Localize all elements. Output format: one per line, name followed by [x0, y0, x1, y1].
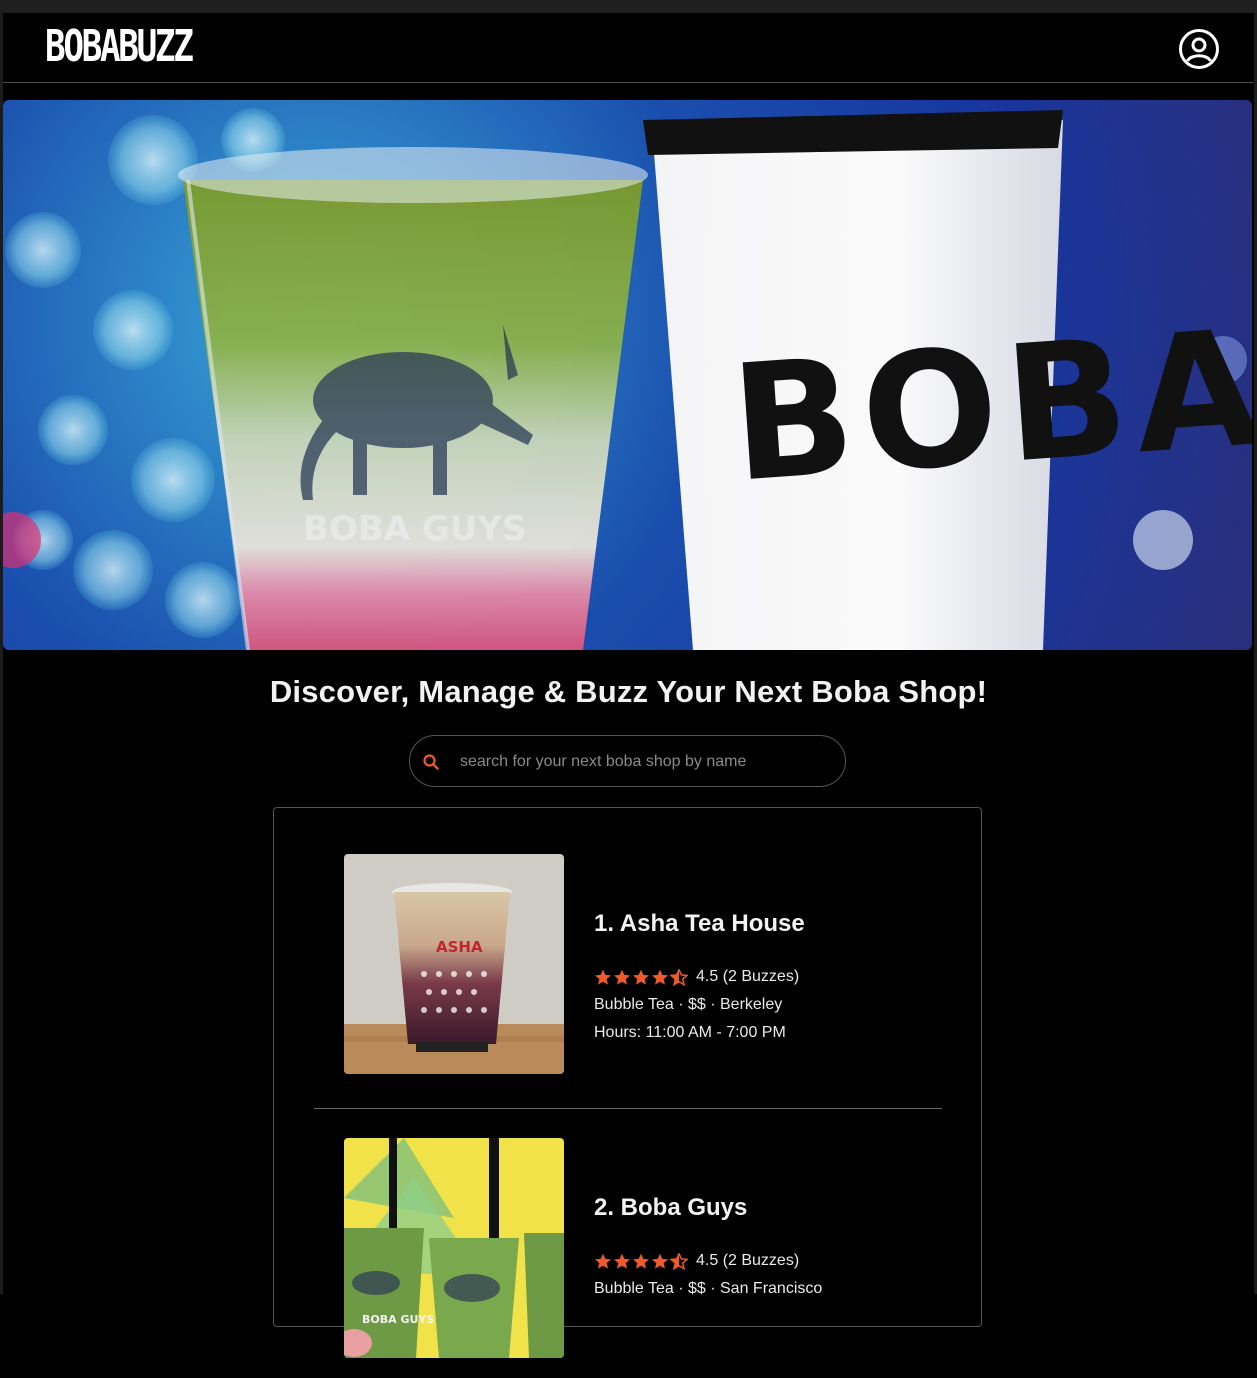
user-circle-icon [1179, 29, 1219, 69]
half-star-icon [670, 1252, 688, 1270]
rating-text: 4.5 (2 Buzzes) [696, 968, 800, 985]
shop-meta: Bubble Tea · $$ · San Francisco [594, 1280, 823, 1297]
bobaguys-cup-label: BOBA GUYS [362, 1313, 434, 1326]
site-header: BOBABUZZ [3, 13, 1254, 83]
page-headline: Discover, Manage & Buzz Your Next Boba S… [269, 674, 988, 709]
star-icon [633, 1253, 649, 1269]
rating-text: 4.5 (2 Buzzes) [696, 1252, 800, 1269]
shop-rating: 4.5 (2 Buzzes) [594, 1252, 799, 1270]
shop-name[interactable]: 1. Asha Tea House [594, 910, 805, 938]
half-star-icon [670, 968, 688, 986]
brand-logo[interactable]: BOBABUZZ [45, 23, 233, 71]
star-icon [614, 969, 630, 985]
search-input[interactable] [458, 746, 832, 778]
shop-thumbnail[interactable]: ASHA [344, 854, 564, 1074]
search-icon[interactable] [422, 753, 440, 771]
star-icon [633, 969, 649, 985]
shop-card[interactable]: BOBA GUYS 2. Boba Guys 4.5 (2 Buzzes) Bu… [314, 1138, 942, 1378]
asha-cup-label: ASHA [436, 938, 483, 956]
user-account-button[interactable] [1177, 27, 1221, 71]
hero-banner-image: BOBA BOBA GUYS [3, 100, 1252, 650]
window-top-strip [0, 0, 1257, 13]
shop-hours: Hours: 11:00 AM - 7:00 PM [594, 1024, 786, 1041]
shop-card[interactable]: ASHA 1. Asha Tea House 4.5 (2 Buzzes) Bu… [314, 854, 942, 1109]
shop-meta: Bubble Tea · $$ · Berkeley [594, 996, 783, 1013]
shop-results-list: ASHA 1. Asha Tea House 4.5 (2 Buzzes) Bu… [273, 807, 982, 1358]
star-rating [594, 968, 688, 986]
star-icon [595, 1253, 611, 1269]
hero-cup-boba-text: BOBA [726, 294, 1252, 518]
shop-thumbnail[interactable]: BOBA GUYS [344, 1138, 564, 1358]
shop-rating: 4.5 (2 Buzzes) [594, 968, 799, 986]
star-icon [652, 1253, 668, 1269]
star-icon [652, 969, 668, 985]
brand-logo-text: BOBABUZZ [45, 21, 194, 72]
hero-cup-brand-text: BOBA GUYS [303, 509, 527, 549]
star-icon [595, 969, 611, 985]
star-icon [614, 1253, 630, 1269]
star-rating [594, 1252, 688, 1270]
shop-name[interactable]: 2. Boba Guys [594, 1194, 747, 1222]
search-bar[interactable] [409, 735, 846, 787]
